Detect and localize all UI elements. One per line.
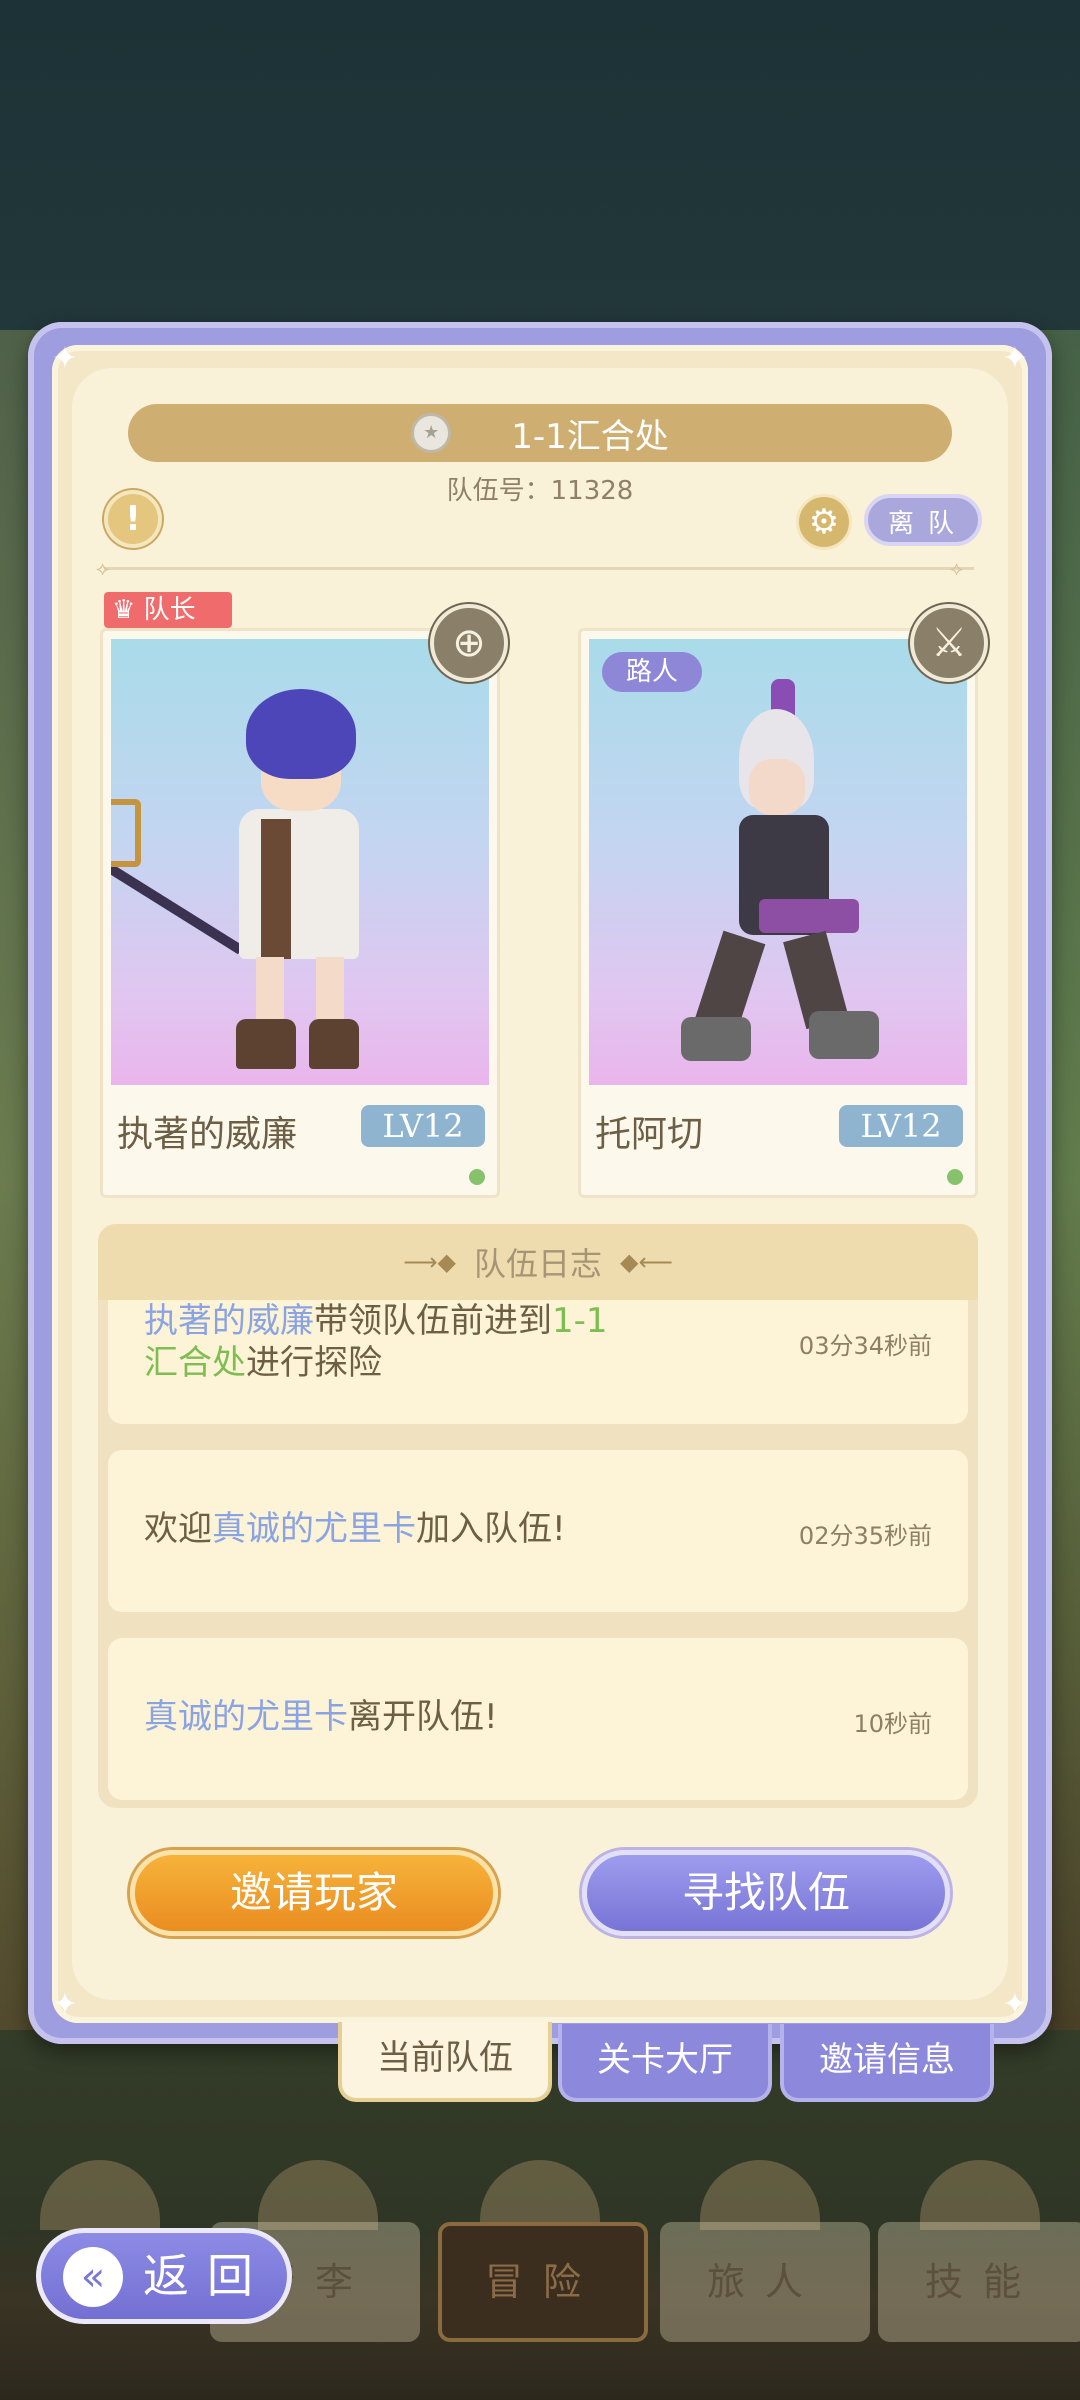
tab-invite-info[interactable]: 邀请信息 bbox=[780, 2024, 994, 2102]
character-leg bbox=[256, 957, 284, 1027]
corner-star-icon: ✦ bbox=[52, 1987, 78, 2022]
nav-item-travelers[interactable]: 旅人 bbox=[660, 2222, 870, 2342]
player-name: 执著的威廉 bbox=[144, 1301, 314, 1341]
character-leg bbox=[316, 957, 344, 1027]
find-team-button[interactable]: 寻找队伍 bbox=[582, 1850, 950, 1936]
divider-ornament-icon: ⟡ bbox=[950, 556, 964, 580]
tab-current-team[interactable]: 当前队伍 bbox=[338, 2022, 552, 2102]
character-hair bbox=[246, 689, 356, 779]
invite-player-button[interactable]: 邀请玩家 bbox=[130, 1850, 498, 1936]
leader-tag-label: 队长 bbox=[143, 595, 196, 625]
character-vest bbox=[261, 819, 291, 959]
divider bbox=[104, 567, 974, 570]
log-message: 执著的威廉带领队伍前进到1-1 汇合处进行探险 bbox=[144, 1300, 744, 1384]
sword-emblem-icon[interactable]: ⚔ bbox=[910, 604, 988, 682]
nav-emblem-icon bbox=[40, 2160, 160, 2230]
member-level: LV12 bbox=[839, 1105, 963, 1147]
corner-star-icon: ✦ bbox=[1002, 341, 1028, 376]
log-message: 欢迎真诚的尤里卡加入队伍! bbox=[144, 1508, 566, 1550]
crown-icon: ♛ bbox=[112, 595, 136, 625]
back-button-label: 返回 bbox=[143, 2249, 271, 2303]
leader-tag: ♛ 队长 bbox=[104, 592, 232, 628]
corner-star-icon: ✦ bbox=[1002, 1987, 1028, 2022]
log-message: 真诚的尤里卡离开队伍! bbox=[144, 1696, 498, 1738]
online-status-dot bbox=[469, 1169, 485, 1185]
player-name: 真诚的尤里卡 bbox=[144, 1697, 348, 1737]
crossed-swords-icon bbox=[480, 2160, 600, 2230]
team-log-header: ⟶◆ 队伍日志 ◆⟵ bbox=[98, 1224, 978, 1300]
member-name: 托阿切 bbox=[595, 1114, 704, 1155]
player-name: 真诚的尤里卡 bbox=[212, 1509, 416, 1549]
nav-item-adventure[interactable]: 冒险 bbox=[438, 2222, 648, 2342]
online-status-dot bbox=[947, 1169, 963, 1185]
exclamation-icon[interactable]: ! bbox=[104, 490, 162, 548]
character-boot bbox=[309, 1019, 359, 1069]
character-belt bbox=[759, 899, 859, 933]
stage-badge-icon: ★ bbox=[411, 413, 452, 453]
back-arrow-icon: « bbox=[63, 2247, 123, 2307]
log-text: 进行探险 bbox=[246, 1343, 382, 1383]
divider-ornament-icon: ⟡ bbox=[96, 556, 110, 580]
nav-item-skills[interactable]: 技能 bbox=[878, 2222, 1080, 2342]
log-text: 加入队伍! bbox=[416, 1509, 566, 1549]
member-level: LV12 bbox=[361, 1105, 485, 1147]
member-name: 执著的威廉 bbox=[117, 1114, 298, 1155]
stage-title-bar: ★ 1-1汇合处 bbox=[128, 404, 952, 462]
eye-skill-icon bbox=[920, 2160, 1040, 2230]
ornament-left-icon: ⟶◆ bbox=[403, 1248, 456, 1276]
staff-head bbox=[111, 799, 141, 867]
log-text: 带领队伍前进到 bbox=[314, 1301, 552, 1341]
character-boot bbox=[236, 1019, 296, 1069]
stage-title: 1-1汇合处 bbox=[511, 416, 669, 457]
member-card-passerby[interactable]: 托阿切 LV12 bbox=[578, 628, 978, 1198]
character-boot bbox=[809, 1011, 879, 1059]
character-face bbox=[749, 759, 805, 815]
team-log-title: 队伍日志 bbox=[473, 1245, 602, 1283]
traveler-icon bbox=[700, 2160, 820, 2230]
log-time: 03分34秒前 bbox=[798, 1332, 932, 1360]
ornament-right-icon: ◆⟵ bbox=[620, 1248, 673, 1276]
character-portrait bbox=[111, 639, 489, 1085]
character-coat bbox=[239, 809, 359, 959]
log-text: 欢迎 bbox=[144, 1509, 212, 1549]
log-entry: 真诚的尤里卡离开队伍! 10秒前 bbox=[108, 1638, 968, 1800]
log-text: 离开队伍! bbox=[348, 1697, 498, 1737]
log-entry: 执著的威廉带领队伍前进到1-1 汇合处进行探险 03分34秒前 bbox=[108, 1300, 968, 1424]
crosshair-emblem-icon[interactable]: ⊕ bbox=[430, 604, 508, 682]
backpack-icon bbox=[258, 2160, 378, 2230]
character-portrait bbox=[589, 639, 967, 1085]
log-entry: 欢迎真诚的尤里卡加入队伍! 02分35秒前 bbox=[108, 1450, 968, 1612]
character-boot bbox=[681, 1017, 751, 1061]
log-time: 10秒前 bbox=[853, 1710, 932, 1738]
passerby-tag: 路人 bbox=[602, 652, 702, 692]
tab-stage-hall[interactable]: 关卡大厅 bbox=[558, 2024, 772, 2102]
stage-name: 1-1 bbox=[552, 1301, 608, 1341]
corner-star-icon: ✦ bbox=[52, 341, 78, 376]
stage-name: 汇合处 bbox=[144, 1343, 246, 1383]
log-time: 02分35秒前 bbox=[798, 1522, 932, 1550]
gear-icon[interactable]: ⚙ bbox=[796, 494, 852, 550]
leave-team-button[interactable]: 离队 bbox=[864, 494, 982, 546]
member-card-leader[interactable]: 执著的威廉 LV12 bbox=[100, 628, 500, 1198]
back-button[interactable]: « 返回 bbox=[36, 2228, 292, 2324]
